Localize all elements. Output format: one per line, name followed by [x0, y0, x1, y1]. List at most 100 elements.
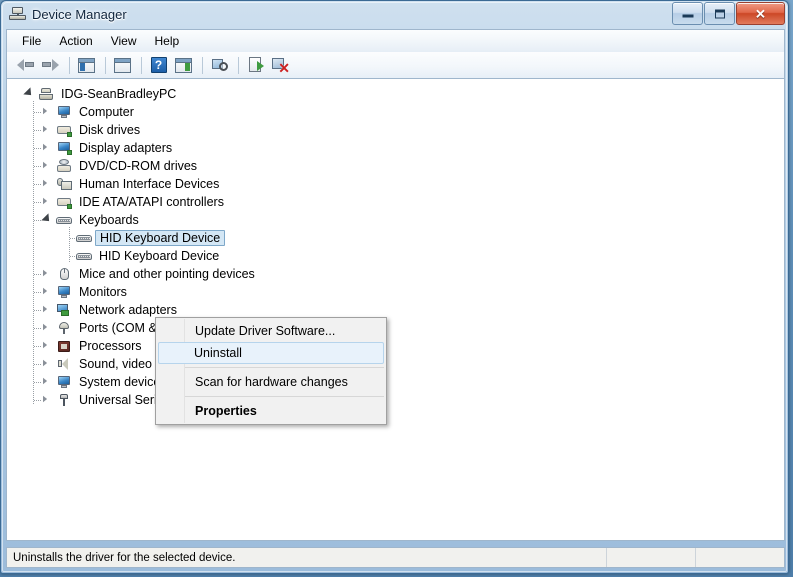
- context-menu-item-scan-for-hardware-changes[interactable]: Scan for hardware changes: [158, 371, 384, 393]
- status-bar: Uninstalls the driver for the selected d…: [6, 547, 785, 568]
- show-hide-action-pane-button[interactable]: [172, 54, 195, 76]
- tree-node-disk-drives[interactable]: Disk drives: [7, 121, 784, 139]
- question-mark-icon: ?: [150, 57, 167, 73]
- tree-node-dvd-cd-rom-drives[interactable]: DVD/CD-ROM drives: [7, 157, 784, 175]
- action-pane-icon: [175, 57, 192, 73]
- context-menu-item-uninstall[interactable]: Uninstall: [158, 342, 384, 364]
- expander-collapsed[interactable]: [39, 139, 55, 157]
- menu-action[interactable]: Action: [50, 31, 101, 51]
- tree-node-label: HID Keyboard Device: [99, 249, 220, 263]
- hid-icon: [55, 176, 73, 192]
- expander-expanded[interactable]: [21, 85, 37, 103]
- device-tree-pane[interactable]: IDG-SeanBradleyPC Computer Disk drives D…: [6, 79, 785, 541]
- expander-collapsed[interactable]: [39, 265, 55, 283]
- device-manager-icon: [9, 6, 26, 23]
- tree-node-keyboards[interactable]: Keyboards: [7, 211, 784, 229]
- dvd-drive-icon: [55, 158, 73, 174]
- uninstall-device-button[interactable]: ✕: [269, 54, 292, 76]
- tree-node-network-adapters[interactable]: Network adapters: [7, 301, 784, 319]
- close-button[interactable]: ✕: [736, 2, 785, 25]
- processor-icon: [55, 338, 73, 354]
- menu-bar: File Action View Help: [6, 29, 785, 52]
- tree-node-label: Monitors: [79, 285, 127, 299]
- tree-node-label: Keyboards: [79, 213, 139, 227]
- expander-collapsed[interactable]: [39, 319, 55, 337]
- tree-node-label: DVD/CD-ROM drives: [79, 159, 198, 173]
- keyboard-icon: [55, 212, 73, 228]
- expander-collapsed[interactable]: [39, 121, 55, 139]
- tree-node-label: HID Keyboard Device: [95, 230, 226, 246]
- window-title: Device Manager: [32, 7, 127, 22]
- context-menu-separator: [185, 367, 384, 368]
- tree-node-label: Computer: [79, 105, 134, 119]
- expander-collapsed[interactable]: [39, 373, 55, 391]
- tree-node-ide-ata-atapi-controllers[interactable]: IDE ATA/ATAPI controllers: [7, 193, 784, 211]
- disk-drive-icon: [55, 122, 73, 138]
- tree-node-computer[interactable]: Computer: [7, 103, 784, 121]
- tree-node-universal-serial-bus-controllers[interactable]: Universal Serial Bus controllers: [7, 391, 784, 409]
- menu-view[interactable]: View: [102, 31, 146, 51]
- device-tree: IDG-SeanBradleyPC Computer Disk drives D…: [7, 79, 784, 409]
- tree-node-hid-keyboard-device-selected[interactable]: HID Keyboard Device: [7, 229, 784, 247]
- window-controls: ✕: [671, 2, 785, 25]
- tree-node-label: IDG-SeanBradleyPC: [61, 87, 177, 101]
- expander-expanded[interactable]: [39, 211, 55, 229]
- status-pane-1: [606, 548, 695, 567]
- expander-collapsed[interactable]: [39, 301, 55, 319]
- expander-collapsed[interactable]: [39, 391, 55, 409]
- mouse-icon: [55, 266, 73, 282]
- tree-node-sound-video-game-controllers[interactable]: Sound, video and game controllers: [7, 355, 784, 373]
- maximize-button[interactable]: [704, 2, 735, 25]
- ide-controller-icon: [55, 194, 73, 210]
- tree-node-root[interactable]: IDG-SeanBradleyPC: [7, 85, 784, 103]
- arrow-right-icon: [42, 58, 59, 72]
- show-hide-console-tree-button[interactable]: [75, 54, 98, 76]
- toolbar-separator: [141, 56, 142, 74]
- scan-for-hardware-changes-button[interactable]: [208, 54, 231, 76]
- toolbar: ? ✕: [6, 52, 785, 79]
- tree-node-monitors[interactable]: Monitors: [7, 283, 784, 301]
- arrow-left-icon: [17, 58, 34, 72]
- menu-help[interactable]: Help: [146, 31, 189, 51]
- properties-window-button[interactable]: [111, 54, 134, 76]
- forward-button[interactable]: [39, 54, 62, 76]
- tree-node-label: Disk drives: [79, 123, 141, 137]
- title-bar[interactable]: Device Manager ✕: [1, 1, 788, 28]
- computer-server-icon: [37, 86, 55, 102]
- back-button[interactable]: [14, 54, 37, 76]
- status-pane-2: [695, 548, 784, 567]
- expander-collapsed[interactable]: [39, 283, 55, 301]
- tree-node-human-interface-devices[interactable]: Human Interface Devices: [7, 175, 784, 193]
- tree-node-ports-com-lpt[interactable]: Ports (COM & LPT): [7, 319, 784, 337]
- tree-node-mice-and-other-pointing-devices[interactable]: Mice and other pointing devices: [7, 265, 784, 283]
- expander-collapsed[interactable]: [39, 157, 55, 175]
- tree-node-hid-keyboard-device-2[interactable]: HID Keyboard Device: [7, 247, 784, 265]
- context-menu-item-properties[interactable]: Properties: [158, 400, 384, 422]
- expander-collapsed[interactable]: [39, 355, 55, 373]
- context-menu-item-update-driver-software[interactable]: Update Driver Software...: [158, 320, 384, 342]
- context-menu-separator: [185, 396, 384, 397]
- tree-node-display-adapters[interactable]: Display adapters: [7, 139, 784, 157]
- expander-collapsed[interactable]: [39, 337, 55, 355]
- tree-node-label: Network adapters: [79, 303, 177, 317]
- toolbar-separator: [69, 56, 70, 74]
- menu-file[interactable]: File: [13, 31, 50, 51]
- tree-node-label: Processors: [79, 339, 142, 353]
- minimize-button[interactable]: [672, 2, 703, 25]
- help-button[interactable]: ?: [147, 54, 170, 76]
- tree-node-label: Display adapters: [79, 141, 173, 155]
- keyboard-icon: [75, 230, 93, 246]
- expander-collapsed[interactable]: [39, 103, 55, 121]
- device-manager-window: Device Manager ✕ File Action View Help ?…: [0, 0, 789, 574]
- expander-collapsed[interactable]: [39, 193, 55, 211]
- keyboard-icon: [75, 248, 93, 264]
- update-driver-button[interactable]: [244, 54, 267, 76]
- tree-node-processors[interactable]: Processors: [7, 337, 784, 355]
- tree-node-label: Human Interface Devices: [79, 177, 220, 191]
- close-icon: ✕: [755, 6, 766, 21]
- port-icon: [55, 320, 73, 336]
- tree-node-label: IDE ATA/ATAPI controllers: [79, 195, 224, 209]
- tree-node-system-devices[interactable]: System devices: [7, 373, 784, 391]
- status-text: Uninstalls the driver for the selected d…: [13, 551, 236, 564]
- expander-collapsed[interactable]: [39, 175, 55, 193]
